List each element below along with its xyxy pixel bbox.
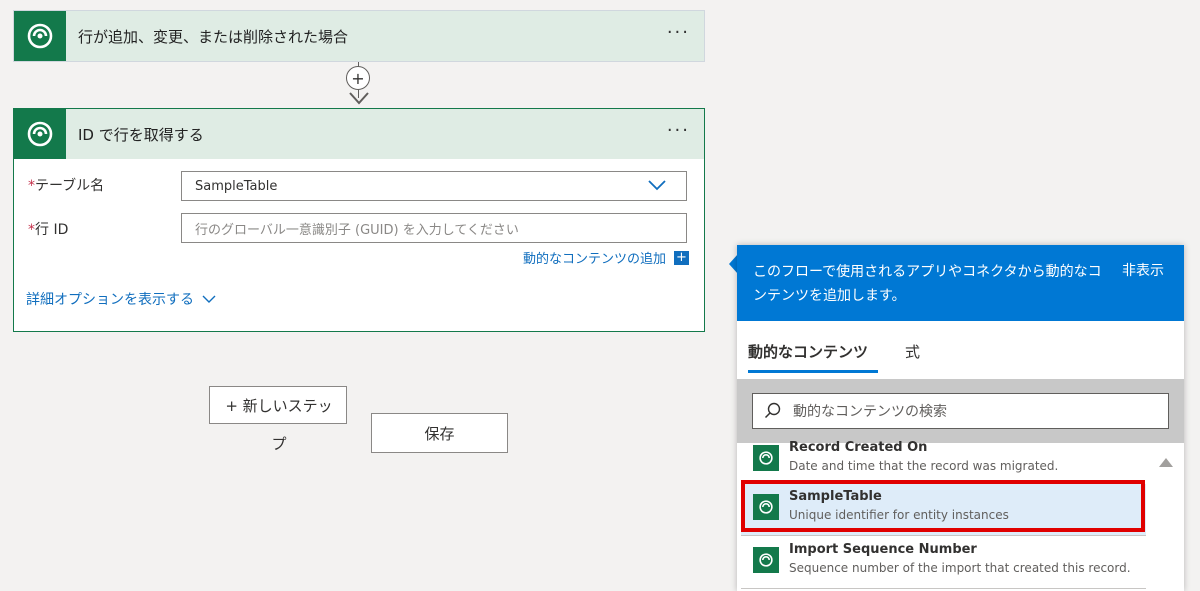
item-title: Import Sequence Number	[789, 542, 977, 557]
panel-description: このフローで使用されるアプリやコネクタから動的なコンテンツを追加します。	[753, 264, 1102, 304]
item-title: Record Created On	[789, 440, 928, 455]
chevron-down-icon	[648, 180, 666, 191]
add-icon: +	[674, 250, 689, 265]
row-id-input[interactable]: 行のグローバル一意識別子 (GUID) を入力してください	[181, 213, 687, 243]
item-description: Sequence number of the import that creat…	[789, 561, 1131, 575]
active-tab-indicator	[748, 370, 878, 373]
list-item-import-sequence-number[interactable]: Import Sequence Number Sequence number o…	[741, 537, 1146, 589]
arrow-down-icon	[349, 92, 369, 105]
list-item-record-created-on[interactable]: Record Created On Date and time that the…	[741, 435, 1146, 487]
dataverse-logo-icon	[14, 11, 66, 61]
search-placeholder: 動的なコンテンツの検索	[793, 404, 947, 420]
search-icon	[753, 402, 793, 420]
row-id-placeholder: 行のグローバル一意識別子 (GUID) を入力してください	[195, 222, 519, 238]
required-mark: *	[28, 178, 35, 194]
table-name-value: SampleTable	[195, 178, 278, 194]
required-mark: *	[28, 222, 35, 238]
table-name-label: *テーブル名	[28, 178, 105, 194]
trigger-more-icon[interactable]: ···	[667, 23, 690, 43]
dataverse-logo-icon	[753, 547, 779, 573]
scroll-up-arrow-icon[interactable]	[1158, 456, 1174, 468]
trigger-card[interactable]: 行が追加、変更、または削除された場合 ···	[13, 10, 705, 62]
dataverse-logo-icon	[753, 494, 779, 520]
item-title: SampleTable	[789, 489, 882, 504]
tab-dynamic-content[interactable]: 動的なコンテンツ	[748, 341, 868, 362]
row-id-label: *行 ID	[28, 222, 69, 238]
add-dynamic-content-link[interactable]: 動的なコンテンツの追加 +	[523, 248, 689, 267]
hide-panel-button[interactable]: 非表示	[1122, 260, 1164, 280]
item-description: Date and time that the record was migrat…	[789, 459, 1059, 473]
dataverse-logo-icon	[14, 109, 66, 159]
list-item-sampletable[interactable]: SampleTable Unique identifier for entity…	[741, 484, 1146, 536]
get-row-action-card[interactable]: ID で行を取得する ··· *テーブル名 SampleTable *行 ID …	[13, 108, 705, 332]
chevron-down-icon	[202, 295, 216, 303]
action-header[interactable]: ID で行を取得する ···	[14, 109, 704, 159]
dataverse-logo-icon	[753, 445, 779, 471]
trigger-title: 行が追加、変更、または削除された場合	[78, 27, 349, 46]
action-more-icon[interactable]: ···	[667, 121, 690, 141]
search-area: 動的なコンテンツの検索	[737, 379, 1184, 443]
show-advanced-options-link[interactable]: 詳細オプションを表示する	[26, 289, 216, 309]
dynamic-content-panel: このフローで使用されるアプリやコネクタから動的なコンテンツを追加します。 非表示…	[737, 245, 1184, 591]
panel-tabs: 動的なコンテンツ 式	[737, 321, 1184, 380]
item-description: Unique identifier for entity instances	[789, 508, 1009, 522]
dynamic-content-search-input[interactable]: 動的なコンテンツの検索	[752, 393, 1169, 429]
tab-expression[interactable]: 式	[905, 341, 920, 362]
new-step-button[interactable]: + 新しいステップ	[209, 386, 347, 453]
panel-header: このフローで使用されるアプリやコネクタから動的なコンテンツを追加します。 非表示	[737, 245, 1184, 321]
table-name-dropdown[interactable]: SampleTable	[181, 171, 687, 201]
action-title: ID で行を取得する	[78, 125, 204, 144]
insert-step-plus-button[interactable]: +	[346, 66, 370, 90]
trigger-header[interactable]: 行が追加、変更、または削除された場合 ···	[14, 11, 704, 61]
save-button[interactable]: 保存	[371, 413, 508, 453]
